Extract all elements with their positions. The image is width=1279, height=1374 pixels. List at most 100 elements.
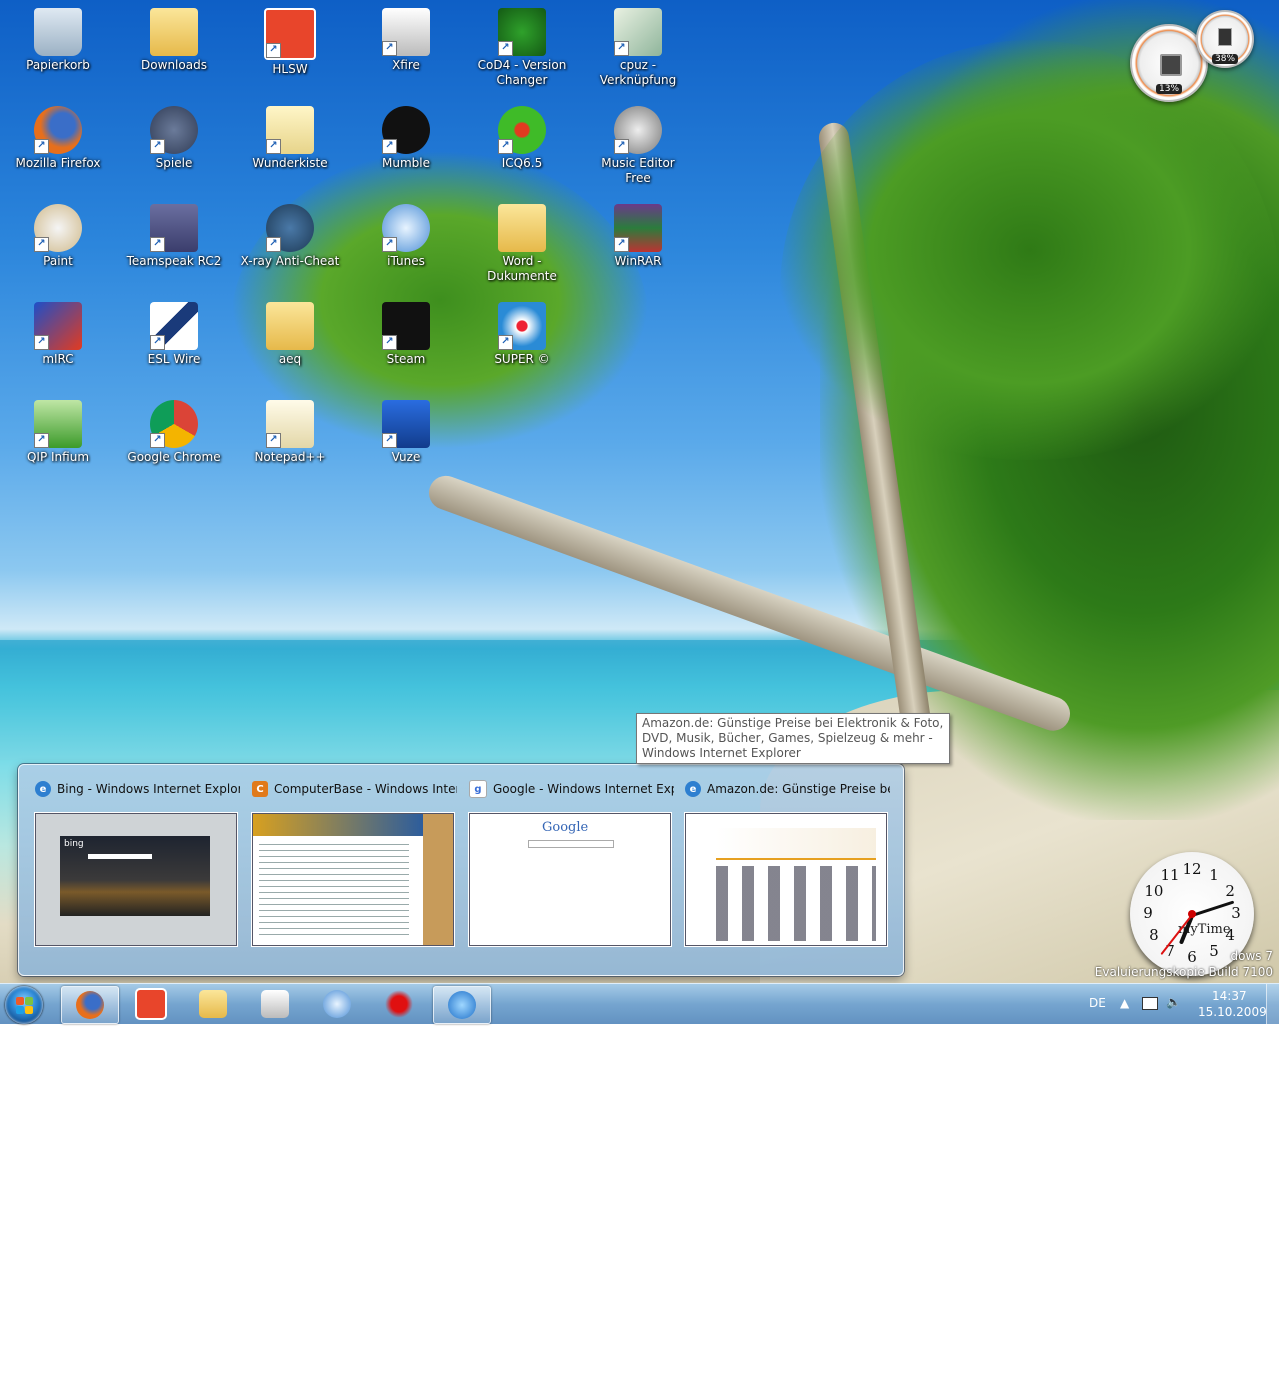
splat-icon bbox=[385, 990, 413, 1018]
desktop-icon[interactable]: ↗ Wunderkiste bbox=[240, 106, 340, 171]
cpu-meter-gadget[interactable]: 13% 38% bbox=[1130, 10, 1255, 105]
winrar-icon: ↗ bbox=[614, 204, 662, 252]
clock-number: 3 bbox=[1231, 904, 1241, 922]
desktop-icon[interactable]: ↗ ICQ6.5 bbox=[472, 106, 572, 171]
language-indicator[interactable]: DE bbox=[1089, 996, 1106, 1010]
desktop-icon[interactable]: ↗ mIRC bbox=[8, 302, 108, 367]
desktop-icon[interactable]: Papierkorb bbox=[8, 8, 108, 73]
shortcut-arrow-icon: ↗ bbox=[266, 139, 281, 154]
shortcut-arrow-icon: ↗ bbox=[614, 139, 629, 154]
cpuz-icon: ↗ bbox=[614, 8, 662, 56]
desktop-icon[interactable]: ↗ HLSW bbox=[240, 8, 340, 77]
cb-header bbox=[253, 814, 423, 836]
desktop-icon-label: SUPER © bbox=[494, 352, 550, 366]
taskbar-app-button[interactable] bbox=[247, 986, 303, 1022]
super-icon: ↗ bbox=[498, 302, 546, 350]
explorer-icon bbox=[199, 990, 227, 1018]
desktop-icon[interactable]: ↗ Spiele bbox=[124, 106, 224, 171]
clock-date[interactable]: 15.10.2009 bbox=[1198, 1005, 1267, 1019]
taskbar-app-button[interactable] bbox=[309, 986, 365, 1022]
preview-google[interactable]: g Google - Windows Internet Expl... Googl… bbox=[469, 775, 674, 955]
desktop-icon[interactable]: ↗ X-ray Anti-Cheat bbox=[240, 204, 340, 269]
windows-logo-yellow bbox=[25, 1006, 33, 1014]
desktop-icon-label: mIRC bbox=[42, 352, 74, 366]
shortcut-arrow-icon: ↗ bbox=[498, 41, 513, 56]
desktop-icon[interactable]: ↗ Xfire bbox=[356, 8, 456, 73]
firefox-icon: ↗ bbox=[34, 106, 82, 154]
google-searchbox bbox=[528, 840, 614, 848]
preview-amazon[interactable]: e Amazon.de: Günstige Preise bei ... bbox=[685, 775, 890, 955]
tooltip: Amazon.de: Günstige Preise bei Elektroni… bbox=[636, 713, 950, 764]
desktop-icon[interactable]: aeq bbox=[240, 302, 340, 367]
qip-icon: ↗ bbox=[34, 400, 82, 448]
computerbase-icon: C bbox=[252, 781, 268, 797]
icq-icon: ↗ bbox=[498, 106, 546, 154]
desktop-icon[interactable]: ↗ CoD4 - Version Changer bbox=[472, 8, 572, 88]
shortcut-arrow-icon: ↗ bbox=[498, 139, 513, 154]
desktop-icon[interactable]: ↗ cpuz - Verknüpfung bbox=[588, 8, 688, 88]
clock-number: 2 bbox=[1225, 882, 1235, 900]
cb-lines bbox=[259, 844, 409, 939]
desktop-icon[interactable]: Downloads bbox=[124, 8, 224, 73]
desktop-icon[interactable]: ↗ Google Chrome bbox=[124, 400, 224, 465]
desktop-icon-label: iTunes bbox=[387, 254, 425, 268]
preview-title: Amazon.de: Günstige Preise bei ... bbox=[707, 782, 890, 796]
xfire-icon bbox=[261, 990, 289, 1018]
bing-searchbox bbox=[88, 854, 152, 859]
show-hidden-icons-button[interactable]: ▲ bbox=[1120, 996, 1129, 1010]
shortcut-arrow-icon: ↗ bbox=[34, 139, 49, 154]
volume-icon[interactable]: 🔈 bbox=[1166, 995, 1181, 1009]
watermark-line-2: Evaluierungskopie Build 7100 bbox=[1094, 965, 1273, 979]
desktop-icon[interactable]: ↗ iTunes bbox=[356, 204, 456, 269]
shortcut-arrow-icon: ↗ bbox=[266, 237, 281, 252]
preview-bing[interactable]: e Bing - Windows Internet Explorer bing bbox=[35, 775, 240, 955]
desktop-icon[interactable]: ↗ ESL Wire bbox=[124, 302, 224, 367]
start-button[interactable] bbox=[5, 986, 43, 1024]
amazon-banner bbox=[716, 828, 876, 860]
desktop-icon[interactable]: ↗ Music Editor Free bbox=[588, 106, 688, 186]
desktop-icon[interactable]: ↗ Vuze bbox=[356, 400, 456, 465]
preview-computerbase[interactable]: C ComputerBase - Windows Inter... bbox=[252, 775, 457, 955]
desktop-icon[interactable]: Word - Dukumente bbox=[472, 204, 572, 284]
teamspeak-icon: ↗ bbox=[150, 204, 198, 252]
show-desktop-button[interactable] bbox=[1266, 984, 1279, 1024]
desktop-icon-label: Steam bbox=[386, 352, 426, 366]
desktop-icon-label: Music Editor Free bbox=[601, 156, 675, 185]
memory-dial: 38% bbox=[1196, 10, 1254, 68]
taskbar-app-button[interactable] bbox=[371, 986, 427, 1022]
amazon-products bbox=[716, 866, 876, 941]
hlsw-icon bbox=[135, 988, 167, 1020]
desktop-icon-label: Xfire bbox=[392, 58, 420, 72]
vuze-icon: ↗ bbox=[382, 400, 430, 448]
eslwire-icon: ↗ bbox=[150, 302, 198, 350]
taskbar-app-button[interactable] bbox=[123, 986, 179, 1022]
chrome-icon: ↗ bbox=[150, 400, 198, 448]
mirc-icon: ↗ bbox=[34, 302, 82, 350]
google-icon: g bbox=[469, 780, 487, 798]
taskbar-app-button[interactable] bbox=[185, 986, 241, 1022]
windows-logo-icon bbox=[16, 997, 24, 1005]
headphones-icon: ↗ bbox=[614, 106, 662, 154]
desktop-icon[interactable]: ↗ Paint bbox=[8, 204, 108, 269]
taskbar-app-button[interactable] bbox=[433, 986, 491, 1024]
desktop-icon[interactable]: ↗ Mumble bbox=[356, 106, 456, 171]
xfire-icon: ↗ bbox=[382, 8, 430, 56]
desktop-icon-label: ICQ6.5 bbox=[501, 156, 543, 170]
shortcut-arrow-icon: ↗ bbox=[382, 41, 397, 56]
network-icon[interactable] bbox=[1142, 997, 1158, 1010]
desktop-icon[interactable]: ↗ QIP Infium bbox=[8, 400, 108, 465]
folder-icon bbox=[266, 302, 314, 350]
notepad-icon: ↗ bbox=[266, 400, 314, 448]
desktop-icon[interactable]: ↗ Steam bbox=[356, 302, 456, 367]
desktop-icon[interactable]: ↗ WinRAR bbox=[588, 204, 688, 269]
watermark-line-1: dows 7 bbox=[1230, 949, 1273, 963]
desktop-icon-label: Google Chrome bbox=[127, 450, 221, 464]
windows-logo-blue bbox=[16, 1006, 24, 1014]
desktop-icon[interactable]: ↗ Mozilla Firefox bbox=[8, 106, 108, 171]
taskbar-app-button[interactable] bbox=[61, 986, 119, 1024]
desktop-icon[interactable]: ↗ SUPER © bbox=[472, 302, 572, 367]
games-icon: ↗ bbox=[150, 106, 198, 154]
clock-time[interactable]: 14:37 bbox=[1212, 989, 1247, 1003]
desktop-icon[interactable]: ↗ Notepad++ bbox=[240, 400, 340, 465]
desktop-icon[interactable]: ↗ Teamspeak RC2 bbox=[124, 204, 224, 269]
